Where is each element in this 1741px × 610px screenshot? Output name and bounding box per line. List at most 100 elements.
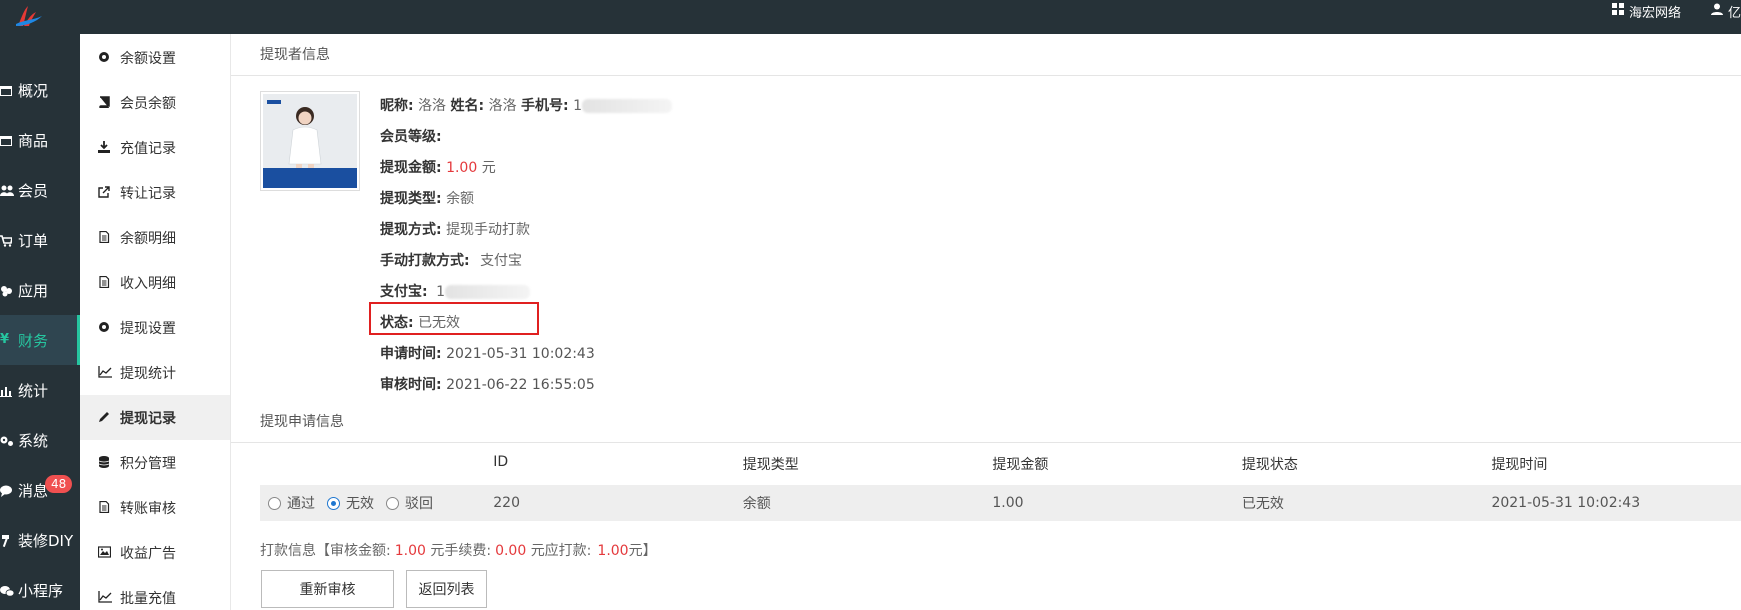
submenu-label: 收益广告 bbox=[120, 545, 176, 562]
section-title-withdrawer-info: 提现者信息 bbox=[231, 44, 1741, 76]
file-icon bbox=[98, 500, 112, 515]
payment-info: 打款信息【审核金额: 1.00 元手续费: 0.00 元应打款: 1.00元】 bbox=[260, 540, 657, 560]
nav-item-apps[interactable]: 应用 bbox=[0, 265, 80, 315]
radio-invalid-circle[interactable] bbox=[327, 496, 340, 510]
payment-fee-label: 元手续费: bbox=[430, 543, 492, 559]
submenu-item-withdraw-settings[interactable]: 提现设置 bbox=[80, 305, 230, 350]
radio-invalid[interactable]: 无效 bbox=[327, 493, 374, 513]
submenu-item-withdraw-stats[interactable]: 提现统计 bbox=[80, 350, 230, 395]
col-header-type: 提现类型 bbox=[742, 457, 799, 473]
top-bar: 海宏网络 亿 bbox=[0, 0, 1741, 34]
nav-item-messages[interactable]: 消息 48 bbox=[0, 465, 80, 515]
manual-value: 支付宝 bbox=[480, 253, 523, 269]
payment-should-pay-label: 元应打款: bbox=[530, 543, 592, 559]
info-row-method: 提现方式: 提现手动打款 bbox=[380, 215, 672, 246]
nickname-label: 昵称: bbox=[380, 98, 414, 114]
radio-reject[interactable]: 驳回 bbox=[386, 493, 433, 513]
submenu-item-transfer-records[interactable]: 转让记录 bbox=[80, 170, 230, 215]
payment-suffix: 元】 bbox=[628, 543, 657, 559]
info-row-type: 提现类型: 余额 bbox=[380, 184, 672, 215]
method-label: 提现方式: bbox=[380, 222, 442, 238]
radio-reject-circle[interactable] bbox=[386, 496, 399, 510]
col-header-time: 提现时间 bbox=[1491, 457, 1548, 473]
submenu-label: 余额设置 bbox=[120, 50, 176, 67]
nav-item-system[interactable]: 系统 bbox=[0, 415, 80, 465]
nav-item-finance[interactable]: ¥ 财务 bbox=[0, 315, 80, 365]
submenu-item-balance-details[interactable]: 余额明细 bbox=[80, 215, 230, 260]
name-value: 洛洛 bbox=[488, 98, 517, 114]
submenu-item-recharge-records[interactable]: 充值记录 bbox=[80, 125, 230, 170]
nav-item-miniprogram[interactable]: 小程序 bbox=[0, 565, 80, 610]
submenu-item-balance-settings[interactable]: 余额设置 bbox=[80, 35, 230, 80]
alipay-value: 1 bbox=[436, 284, 445, 300]
user-icon bbox=[1710, 3, 1728, 19]
cart-icon bbox=[0, 233, 14, 247]
brand-name: 海宏网络 bbox=[1628, 5, 1681, 21]
brand-logo-icon[interactable] bbox=[14, 4, 54, 34]
info-row-level: 会员等级: bbox=[380, 122, 672, 153]
submenu-label: 提现记录 bbox=[120, 410, 176, 427]
yen-icon: ¥ bbox=[0, 332, 10, 347]
nav-item-goods[interactable]: 商品 bbox=[0, 115, 80, 165]
submenu-item-batch-recharge[interactable]: 批量充值 bbox=[80, 575, 230, 610]
nav-item-orders[interactable]: 订单 bbox=[0, 215, 80, 265]
info-row-amount: 提现金额: 1.00 元 bbox=[380, 153, 672, 184]
chat-icon bbox=[0, 483, 14, 497]
nav-label: 会员 bbox=[18, 181, 49, 200]
reaudit-button[interactable]: 重新审核 bbox=[261, 570, 394, 608]
download-icon bbox=[98, 140, 112, 155]
payment-fee: 0.00 bbox=[495, 543, 527, 559]
finance-submenu: 余额设置 会员余额 充值记录 转让记录 余额明细 收入明细 提现设置 提现统计 … bbox=[80, 34, 231, 610]
info-row-identity: 昵称: 洛洛 姓名: 洛洛 手机号: 1 bbox=[380, 91, 673, 122]
submenu-label: 转让记录 bbox=[120, 185, 176, 202]
alipay-redacted bbox=[444, 285, 530, 299]
bar-chart-icon bbox=[0, 383, 14, 397]
submenu-item-transfer-audit[interactable]: 转账审核 bbox=[80, 485, 230, 530]
cell-amount: 1.00 bbox=[992, 495, 1024, 511]
radio-approve-circle[interactable] bbox=[268, 496, 281, 510]
radio-invalid-label: 无效 bbox=[346, 496, 374, 512]
nav-item-diy[interactable]: 装修DIY bbox=[0, 515, 80, 565]
external-link-icon bbox=[98, 185, 112, 200]
method-value: 提现手动打款 bbox=[446, 222, 531, 238]
table-header-actions bbox=[260, 454, 493, 482]
nav-item-stats[interactable]: 统计 bbox=[0, 365, 80, 415]
nav-item-members[interactable]: 会员 bbox=[0, 165, 80, 215]
audit-time-value: 2021-06-22 16:55:05 bbox=[446, 377, 595, 393]
database-icon bbox=[98, 455, 112, 470]
col-header-status: 提现状态 bbox=[1241, 457, 1298, 473]
nav-label: 应用 bbox=[18, 281, 49, 300]
nav-item-overview[interactable]: 概况 bbox=[0, 65, 80, 115]
submenu-item-points[interactable]: 积分管理 bbox=[80, 440, 230, 485]
submenu-item-member-balance[interactable]: 会员余额 bbox=[80, 80, 230, 125]
info-row-apply-time: 申请时间: 2021-05-31 10:02:43 bbox=[380, 339, 672, 370]
submenu-item-withdraw-records[interactable]: 提现记录 bbox=[80, 395, 230, 440]
back-to-list-button[interactable]: 返回列表 bbox=[406, 570, 487, 608]
submenu-label: 转账审核 bbox=[120, 500, 176, 517]
nickname-value: 洛洛 bbox=[418, 98, 447, 114]
browser-icon bbox=[0, 83, 14, 97]
nav-label: 消息 bbox=[18, 481, 49, 500]
submenu-item-ad-revenue[interactable]: 收益广告 bbox=[80, 530, 230, 575]
user-menu[interactable]: 亿 bbox=[1710, 2, 1741, 21]
payment-prefix: 打款信息【审核金额: bbox=[260, 543, 391, 559]
radio-approve[interactable]: 通过 bbox=[268, 493, 315, 513]
gears-icon bbox=[0, 433, 14, 447]
submenu-label: 收入明细 bbox=[120, 275, 176, 292]
nav-label: 订单 bbox=[18, 231, 49, 250]
file-icon bbox=[98, 275, 112, 290]
level-label: 会员等级: bbox=[380, 129, 442, 145]
nav-label: 系统 bbox=[18, 431, 49, 450]
submenu-label: 提现统计 bbox=[120, 365, 176, 382]
status-highlight-box bbox=[369, 302, 539, 335]
amount-value: 1.00 bbox=[446, 160, 478, 176]
payment-should-pay: 1.00 bbox=[597, 543, 629, 559]
wechat-icon bbox=[0, 583, 15, 597]
brand-menu[interactable]: 海宏网络 bbox=[1611, 2, 1681, 21]
phone-value: 1 bbox=[573, 98, 583, 114]
submenu-item-income-details[interactable]: 收入明细 bbox=[80, 260, 230, 305]
withdrawer-info: 昵称: 洛洛 姓名: 洛洛 手机号: 1 会员等级: 提现金额: 1.00 元 … bbox=[380, 91, 673, 401]
name-label: 姓名: bbox=[450, 98, 485, 114]
table-header: ID 提现类型 提现金额 提现状态 提现时间 bbox=[260, 454, 1741, 482]
type-value: 余额 bbox=[446, 191, 475, 207]
